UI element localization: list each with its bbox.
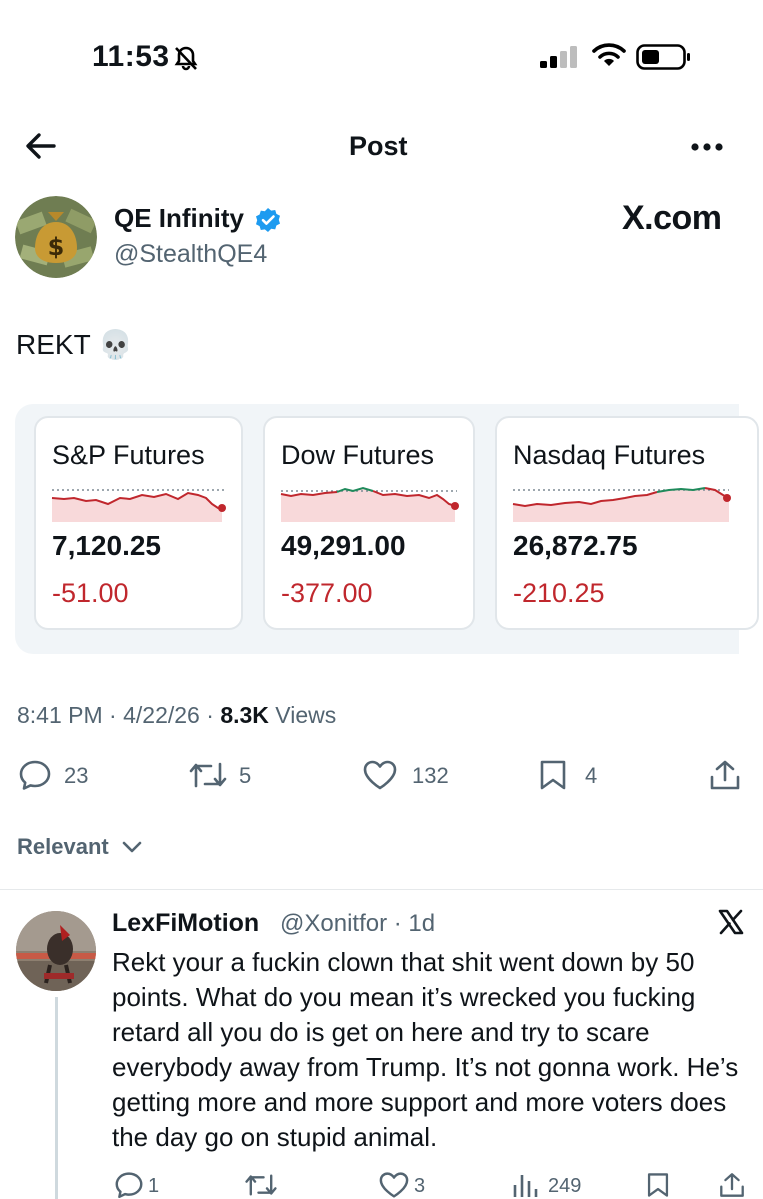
futures-name: Dow Futures (281, 440, 435, 470)
x-logo-icon (718, 909, 744, 935)
views-icon[interactable] (512, 1171, 538, 1199)
reply-author-name[interactable]: LexFiMotion (112, 909, 259, 938)
bookmark-icon[interactable] (537, 759, 569, 791)
views-label: Views (275, 702, 337, 728)
bookmark-icon[interactable] (645, 1171, 671, 1199)
post-time: 8:41 PM (17, 702, 103, 728)
author-handle[interactable]: @StealthQE4 (114, 240, 267, 269)
thread-line (55, 997, 58, 1199)
like-count: 132 (412, 763, 449, 788)
futures-name: S&P Futures (52, 440, 205, 470)
svg-text:$: $ (48, 233, 65, 261)
views-count: 249 (548, 1175, 582, 1197)
back-arrow-icon[interactable] (24, 130, 58, 162)
more-icon[interactable] (690, 142, 724, 152)
reply-avatar[interactable] (16, 911, 96, 991)
bell-slash-icon (172, 44, 200, 72)
futures-change: -377.00 (281, 578, 373, 608)
battery-icon (636, 44, 692, 70)
repost-icon[interactable] (244, 1171, 278, 1199)
sparkline-chart (51, 489, 226, 522)
like-icon[interactable] (362, 759, 398, 791)
author-avatar[interactable]: $ (15, 196, 97, 278)
separator: · (387, 910, 409, 937)
reply-meta: @Xonitfor · 1d (280, 910, 435, 938)
reply-text: Rekt your a fuckin clown that shit went … (112, 947, 739, 1152)
page-title: Post (349, 131, 408, 161)
reply-icon[interactable] (18, 759, 52, 791)
share-icon[interactable] (708, 759, 742, 791)
like-count: 3 (414, 1175, 426, 1197)
bookmark-count: 4 (585, 763, 598, 788)
like-icon[interactable] (378, 1171, 410, 1199)
futures-card[interactable]: S&P Futures 7,120.25 -51.00 (34, 416, 243, 630)
share-icon[interactable] (718, 1171, 746, 1199)
sparkline-chart (512, 487, 731, 522)
sort-selector[interactable]: Relevant (17, 834, 109, 860)
separator: · (206, 702, 221, 728)
author-name[interactable]: QE Infinity (114, 203, 244, 234)
futures-change: -210.25 (513, 578, 605, 608)
sparkline-chart (280, 486, 459, 522)
reply-time: 1d (408, 910, 436, 937)
reply-count: 23 (64, 763, 89, 788)
futures-price: 7,120.25 (52, 530, 161, 561)
reply-author-handle[interactable]: @Xonitfor (280, 910, 387, 937)
repost-count: 5 (239, 763, 252, 788)
futures-card[interactable]: Nasdaq Futures 26,872.75 -210.25 (495, 416, 759, 630)
post-meta: 8:41 PM · 4/22/26 · 8.3K Views (17, 702, 336, 729)
verified-badge-icon (255, 207, 281, 233)
futures-name: Nasdaq Futures (513, 440, 706, 470)
futures-price: 49,291.00 (281, 530, 406, 561)
reply-icon[interactable] (114, 1171, 144, 1199)
status-time: 11:53 (92, 40, 170, 73)
divider (0, 889, 763, 890)
futures-card[interactable]: Dow Futures 49,291.00 -377.00 (263, 416, 475, 630)
repost-icon[interactable] (188, 759, 228, 791)
wifi-icon (592, 42, 626, 68)
post-text: REKT 💀 (16, 329, 133, 360)
post-date: 4/22/26 (123, 702, 200, 728)
reply-count: 1 (148, 1175, 160, 1197)
futures-change: -51.00 (52, 578, 129, 608)
separator: · (109, 702, 124, 728)
futures-price: 26,872.75 (513, 530, 638, 561)
brand-label: X.com (622, 199, 722, 237)
views-count[interactable]: 8.3K (220, 702, 269, 728)
signal-icon (540, 46, 580, 68)
chevron-down-icon[interactable] (121, 840, 143, 854)
